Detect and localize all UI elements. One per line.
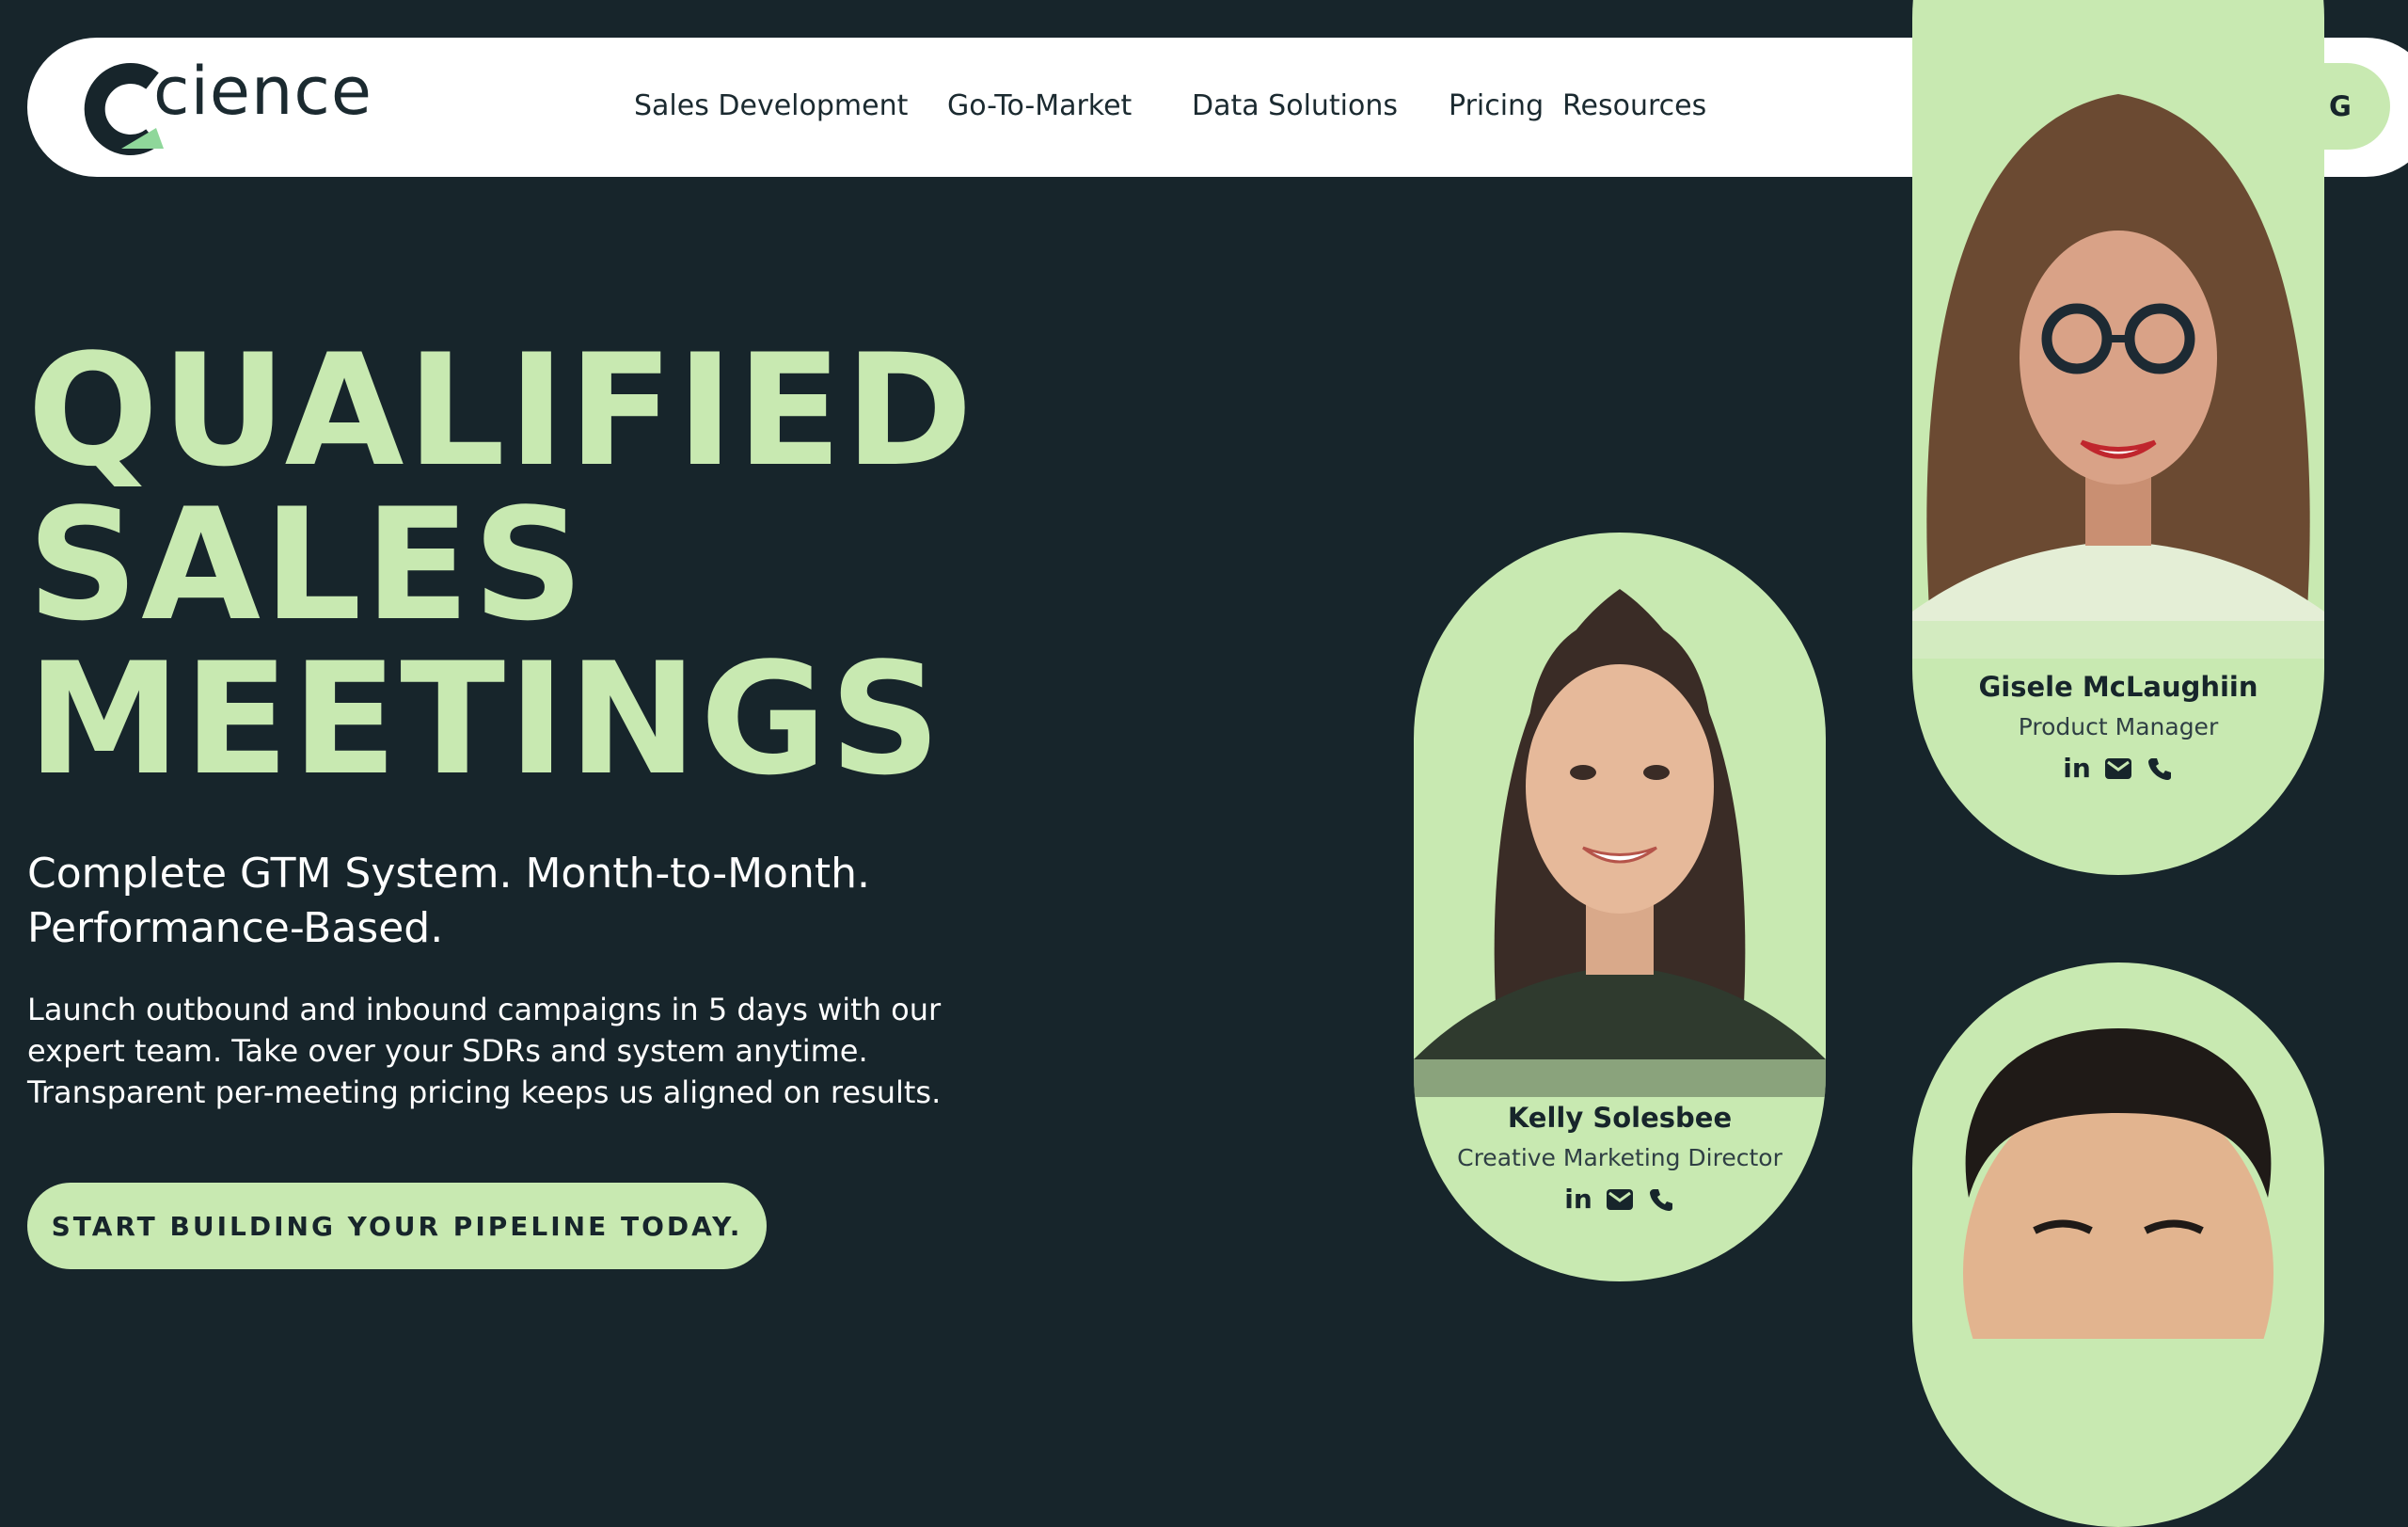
portrait-photo-third (1963, 1028, 2273, 1339)
portrait-photo-kelly (1414, 589, 1826, 1097)
profile-card-third (1912, 962, 2324, 1527)
nav-go-to-market[interactable]: Go-To-Market (947, 92, 1132, 120)
profile-card-kelly: Kelly Solesbee Creative Marketing Direct… (1414, 533, 1826, 1281)
portrait-photo-gisele (1912, 94, 2324, 659)
headline-line: QUALIFIED (27, 321, 976, 501)
profile-name: Kelly Solesbee (1507, 1102, 1733, 1134)
profile-card-gisele: Gisele McLaughiin Product Manager in (1912, 0, 2324, 875)
linkedin-icon[interactable]: in (2063, 755, 2091, 783)
subhead-line: Performance-Based. (27, 904, 444, 952)
hero-description: Launch outbound and inbound campaigns in… (27, 992, 942, 1110)
profile-name: Gisele McLaughiin (1978, 671, 2258, 703)
contact-icons: in (1414, 1185, 1826, 1214)
brand-name[interactable]: cience (153, 58, 372, 124)
nav-data-solutions[interactable]: Data Solutions (1192, 92, 1398, 120)
phone-icon[interactable] (1647, 1185, 1675, 1214)
phone-icon[interactable] (2146, 755, 2174, 783)
nav-sales-development[interactable]: Sales Development (634, 92, 908, 120)
mail-icon[interactable] (2104, 755, 2132, 783)
start-building-pipeline-button[interactable]: START BUILDING YOUR PIPELINE TODAY. (27, 1183, 767, 1269)
nav-pricing[interactable]: Pricing (1449, 92, 1544, 120)
profile-role: Creative Marketing Director (1457, 1144, 1782, 1171)
mail-icon[interactable] (1606, 1185, 1634, 1214)
hero-headline: QUALIFIED SALES MEETINGS (27, 334, 975, 797)
headline-line: SALES (27, 475, 587, 655)
hero-subhead: Complete GTM System. Month-to-Month. Per… (27, 847, 1062, 956)
profile-role: Product Manager (2018, 713, 2219, 740)
subhead-line: Complete GTM System. Month-to-Month. (27, 850, 870, 898)
headline-line: MEETINGS (27, 629, 944, 809)
nav-resources[interactable]: Resources (1562, 92, 1706, 120)
linkedin-icon[interactable]: in (1564, 1185, 1592, 1214)
contact-icons: in (1912, 755, 2324, 783)
